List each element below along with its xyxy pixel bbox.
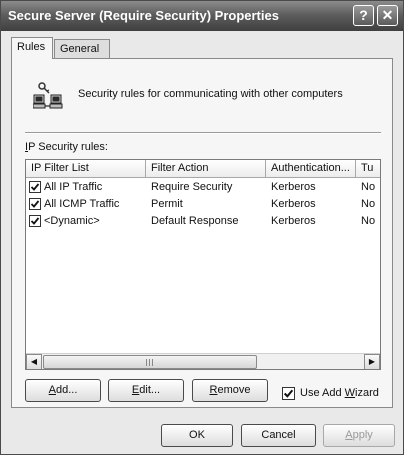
rules-panel: Security rules for communicating with ot… [11,58,393,408]
grip-icon [146,359,155,366]
table-row[interactable]: <Dynamic> Default Response Kerberos No [26,213,380,230]
table-row[interactable]: All IP Traffic Require Security Kerberos… [26,179,380,196]
column-ip-filter-list[interactable]: IP Filter List [26,160,146,178]
rule-checkbox[interactable] [29,181,41,193]
network-computers-icon [33,82,63,109]
properties-dialog: Secure Server (Require Security) Propert… [0,0,404,455]
title-bar[interactable]: Secure Server (Require Security) Propert… [1,1,403,31]
rules-description: Security rules for communicating with ot… [78,88,343,100]
column-tunnel[interactable]: Tu [356,160,380,178]
remove-button[interactable]: Remove [192,379,268,402]
list-header: IP Filter List Filter Action Authenticat… [26,160,380,178]
filter-action-cell: Require Security [151,181,233,193]
ok-button[interactable]: OK [161,424,233,447]
column-filter-action[interactable]: Filter Action [146,160,266,178]
filter-action-cell: Default Response [151,215,239,227]
apply-button[interactable]: Apply [323,424,395,447]
scroll-right-button[interactable]: ▶ [364,354,380,369]
checkmark-icon [30,200,40,208]
cancel-button[interactable]: Cancel [241,424,316,447]
tunnel-cell: No [361,181,376,193]
filter-list-cell: All ICMP Traffic [44,198,120,210]
use-add-wizard-label[interactable]: Use Add Wizard [300,387,379,399]
ip-security-rules-list[interactable]: IP Filter List Filter Action Authenticat… [25,159,381,370]
separator [25,132,381,134]
rule-checkbox[interactable] [29,215,41,227]
tab-general[interactable]: General [54,39,110,58]
checkmark-icon [30,183,40,191]
tab-rules[interactable]: Rules [11,37,53,59]
tunnel-cell: No [361,215,376,227]
add-button[interactable]: Add... [25,379,101,402]
checkmark-icon [283,389,294,398]
checkmark-icon [30,217,40,225]
rule-checkbox[interactable] [29,198,41,210]
window-title: Secure Server (Require Security) Propert… [8,8,279,23]
help-button[interactable]: ? [353,5,374,26]
scroll-thumb[interactable] [43,355,257,369]
filter-action-cell: Permit [151,198,183,210]
tunnel-cell: No [361,198,376,210]
horizontal-scrollbar[interactable]: ◀ ▶ [26,353,380,369]
use-add-wizard-checkbox[interactable] [282,387,295,400]
scroll-left-button[interactable]: ◀ [26,354,42,369]
close-button[interactable]: ✕ [377,5,398,26]
authentication-cell: Kerberos [271,181,316,193]
edit-button[interactable]: Edit... [108,379,184,402]
authentication-cell: Kerberos [271,215,316,227]
filter-list-cell: <Dynamic> [44,215,100,227]
table-row[interactable]: All ICMP Traffic Permit Kerberos No [26,196,380,213]
authentication-cell: Kerberos [271,198,316,210]
filter-list-cell: All IP Traffic [44,181,103,193]
ip-security-rules-label: IP Security rules: [25,141,108,153]
column-authentication[interactable]: Authentication... [266,160,356,178]
